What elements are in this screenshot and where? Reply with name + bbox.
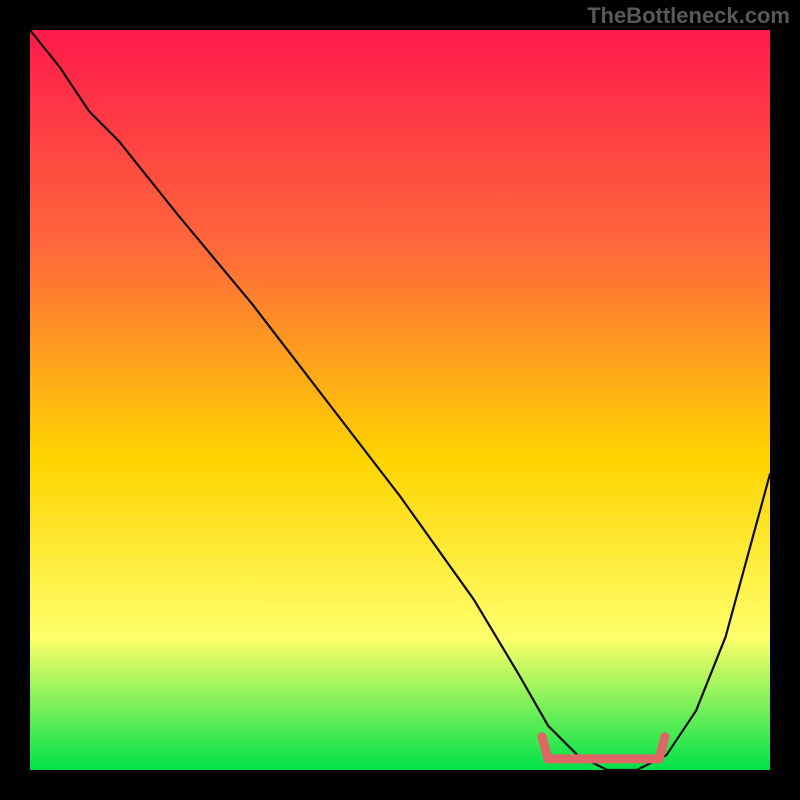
watermark-text: TheBottleneck.com <box>587 3 790 29</box>
outer-frame: TheBottleneck.com <box>0 0 800 800</box>
gradient-plot-area <box>30 30 770 770</box>
chart-canvas <box>0 0 800 800</box>
